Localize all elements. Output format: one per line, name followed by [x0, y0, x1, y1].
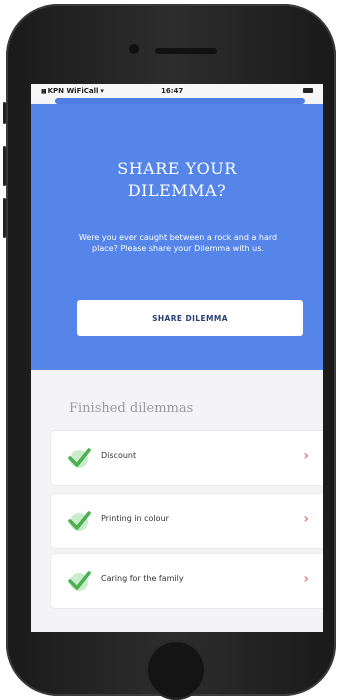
earpiece-speaker — [155, 48, 217, 54]
carrier-label: KPN WiFiCall — [47, 87, 99, 95]
status-bar: ▮▮ KPN WiFiCall ▾ 16:47 — [31, 84, 323, 98]
phone-frame: ▮▮ KPN WiFiCall ▾ 16:47 SHARE YOUR DILEMMA… — [3, 4, 336, 700]
list-item-label: Discount — [101, 451, 137, 460]
mute-switch — [3, 102, 6, 124]
chevron-right-icon: › — [303, 511, 309, 527]
share-dilemma-banner: SHARE YOUR DILEMMA? Were you ever caught… — [31, 104, 323, 370]
banner-title: SHARE YOUR DILEMMA? — [117, 159, 237, 200]
battery-icon — [303, 88, 313, 93]
volume-down-button — [3, 198, 6, 238]
status-time: 16:47 — [161, 87, 184, 95]
check-icon — [68, 448, 91, 468]
signal-icon: ▮▮ — [41, 88, 47, 95]
banner-description: Were you ever caught between a rock and … — [78, 233, 278, 253]
list-item-caring-for-the-family[interactable]: Caring for the family › — [51, 554, 323, 608]
volume-up-button — [3, 146, 6, 186]
list-item-printing-in-colour[interactable]: Printing in colour › — [51, 494, 323, 548]
chevron-right-icon: › — [303, 448, 309, 464]
app-screen: ▮▮ KPN WiFiCall ▾ 16:47 SHARE YOUR DILEMMA… — [31, 84, 323, 632]
check-icon — [68, 571, 91, 591]
list-item-discount[interactable]: Discount › — [51, 431, 323, 485]
home-button[interactable] — [146, 640, 206, 700]
list-item-label: Caring for the family — [101, 574, 184, 583]
list-item-label: Printing in colour — [101, 514, 169, 523]
carrier-info: ▮▮ KPN WiFiCall ▾ — [41, 87, 104, 95]
wifi-icon: ▾ — [100, 87, 104, 95]
front-camera — [129, 44, 139, 54]
share-dilemma-button[interactable]: SHARE DILEMMA — [77, 300, 303, 336]
chevron-right-icon: › — [303, 571, 309, 587]
finished-dilemmas-heading: Finished dilemmas — [69, 401, 194, 416]
check-icon — [68, 511, 91, 531]
